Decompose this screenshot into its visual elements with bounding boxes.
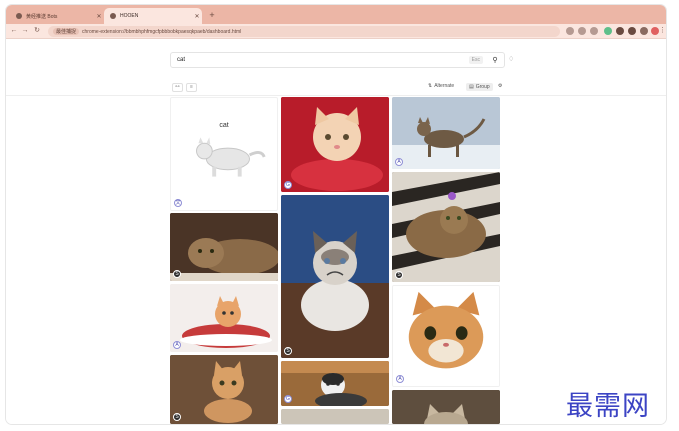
orange-kitten-image (170, 355, 278, 424)
address-bar[interactable]: 最佳捕捉 chrome-extension://bbmbhphfmgcfpbbb… (48, 26, 560, 37)
alternate-icon: ⇅ (428, 83, 433, 89)
tab-bots[interactable]: 黄经推送 Bots ✕ (10, 8, 104, 24)
alternate-toggle[interactable]: ⇅ Alternate (428, 83, 454, 89)
browser-window: 黄经推送 Bots ✕ HOOEN ✕ + ← → ↻ 最佳捕捉 chrome-… (6, 5, 666, 424)
image-card[interactable]: cat 文 (170, 97, 278, 211)
extension-green-icon[interactable] (604, 27, 612, 35)
list-icon[interactable]: ≡ (186, 83, 197, 92)
cat-illustration-image (196, 137, 266, 177)
back-icon[interactable]: ← (9, 26, 19, 36)
profile-avatar[interactable] (651, 27, 659, 35)
share-icon[interactable] (578, 27, 586, 35)
link-icon[interactable]: ⚯ (172, 83, 183, 92)
close-icon[interactable]: ✕ (94, 13, 104, 20)
address-chip: 最佳捕捉 (53, 28, 80, 35)
card-caption: cat (219, 122, 229, 129)
source-badge: S (284, 347, 292, 355)
group-toggle[interactable]: ▤ Group (466, 83, 493, 91)
image-card[interactable]: S (281, 195, 389, 358)
grumpy-cat-image (281, 195, 389, 358)
source-badge: G (284, 181, 292, 189)
image-card[interactable]: A (392, 97, 500, 169)
divider (6, 95, 666, 96)
source-badge: A (395, 158, 403, 166)
kitten-in-santa-hat-image (170, 284, 278, 352)
reload-icon[interactable]: ↻ (32, 26, 42, 36)
extensions-puzzle-icon[interactable] (628, 27, 636, 35)
install-icon[interactable] (566, 27, 574, 35)
tab-title: 黄经推送 Bots (26, 13, 58, 20)
tab-hooen[interactable]: HOOEN ✕ (104, 8, 202, 24)
source-badge: S (395, 271, 403, 279)
tab-strip: 黄经推送 Bots ✕ HOOEN ✕ + (6, 5, 666, 24)
image-card[interactable]: S (392, 172, 500, 282)
screenshot-root: 黄经推送 Bots ✕ HOOEN ✕ + ← → ↻ 最佳捕捉 chrome-… (0, 0, 679, 431)
tab-favicon-icon (110, 13, 116, 19)
close-icon[interactable]: ✕ (192, 13, 202, 20)
settings-icon[interactable]: ⚙ (498, 83, 502, 89)
cat-photo-partial-image (281, 409, 389, 424)
esc-hint: Esc (468, 56, 483, 64)
search-box[interactable]: cat Esc ⚲ (170, 52, 505, 68)
lightbulb-icon[interactable]: ♢ (508, 55, 514, 63)
menu-kebab-icon[interactable]: ⋮ (659, 26, 666, 36)
app-content: cat Esc ⚲ ♢ ⚯ ≡ ⇅ Alternate ▤ Group ⚙ ca… (6, 39, 666, 424)
source-badge: A (396, 375, 404, 383)
orange-cat-face-image (393, 286, 499, 386)
extension-dark-icon[interactable] (616, 27, 624, 35)
persian-kitten-red-image (281, 97, 389, 192)
sidepanel-icon[interactable] (640, 27, 648, 35)
image-card[interactable]: A (170, 284, 278, 352)
search-input[interactable]: cat (177, 57, 469, 63)
image-card[interactable] (392, 390, 500, 424)
bookmark-star-icon[interactable] (590, 27, 598, 35)
image-card[interactable]: G (281, 361, 389, 406)
tabby-cat-lying-image (170, 213, 278, 281)
search-icon[interactable]: ⚲ (489, 56, 501, 64)
source-badge: S (173, 270, 181, 278)
cat-photo-bottom-image (392, 390, 500, 424)
new-tab-icon[interactable]: + (206, 9, 218, 21)
image-card[interactable] (281, 409, 389, 424)
image-card[interactable]: S (170, 213, 278, 281)
image-card[interactable]: G (281, 97, 389, 192)
url-text: chrome-extension://bbmbhphfmgcfpbbbobkpa… (82, 28, 242, 35)
source-badge: 文 (174, 199, 182, 207)
tabby-cat-on-zebra-rug-image (392, 172, 500, 282)
browser-toolbar: ← → ↻ 最佳捕捉 chrome-extension://bbmbhphfmg… (6, 24, 666, 39)
tabby-cat-in-snow-image (392, 97, 500, 169)
forward-icon[interactable]: → (20, 26, 30, 36)
bicolor-cat-image (281, 361, 389, 406)
tab-favicon-icon (16, 13, 22, 19)
group-icon: ▤ (469, 84, 474, 90)
group-label: Group (475, 84, 490, 90)
alternate-label: Alternate (434, 83, 455, 89)
image-card[interactable]: S (170, 355, 278, 424)
image-card[interactable]: A (392, 285, 500, 387)
source-badge: S (173, 413, 181, 421)
tab-title: HOOEN (120, 13, 139, 19)
source-badge: A (173, 341, 181, 349)
source-badge: G (284, 395, 292, 403)
watermark-text: 最需网 (566, 391, 650, 422)
